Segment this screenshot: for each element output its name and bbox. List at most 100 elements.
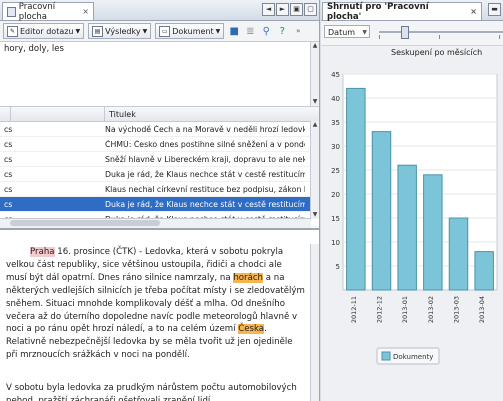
workspace-tabbar: Pracovní plocha × ◄ ► ▣ ▢ <box>0 0 319 22</box>
table-row[interactable]: cs ČHMÚ: Česko dnes postihne silné sněžen… <box>0 137 319 152</box>
row-source: cs <box>4 154 13 164</box>
bar <box>474 251 494 291</box>
tab-workspace[interactable]: Pracovní plocha × <box>2 1 94 22</box>
table-row[interactable]: cs Sněží hlavně v Libereckém kraji, dopra… <box>0 152 319 167</box>
save-icon[interactable]: ■ <box>228 25 240 37</box>
bar <box>448 217 469 291</box>
row-source: cs <box>4 124 13 134</box>
group-by-value: Datum <box>328 28 356 37</box>
row-title: ČHMÚ: Česko dnes postihne silné sněžení … <box>105 139 305 149</box>
scroll-up-icon[interactable]: ▲ <box>311 42 319 50</box>
bar <box>346 87 366 291</box>
query-editor-icon: ✎ <box>7 25 18 37</box>
row-title: Duka je rád, že Klaus nechce stát v cest… <box>105 169 305 179</box>
results-table-header: Titulek <box>0 107 319 122</box>
tab-controls: ▬ <box>488 3 501 16</box>
group-by-select[interactable]: Datum ▼ <box>324 25 370 38</box>
summary-tabbar: Shrnutí pro 'Pracovní plocha' × ▬ <box>321 0 503 22</box>
table-row[interactable]: cs Duka je rád, že Klaus nechce stát v ce… <box>0 167 319 182</box>
tab-summary[interactable]: Shrnutí pro 'Pracovní plocha' × <box>322 2 482 22</box>
x-tick-label: 2013-01 <box>401 296 409 323</box>
slider-tick <box>439 35 440 39</box>
slider-tick <box>499 35 500 39</box>
highlight-term: horách <box>233 272 264 283</box>
x-tick-label: 2013-04 <box>478 296 486 323</box>
legend-label: Dokumenty <box>393 353 433 361</box>
slider-knob[interactable] <box>401 26 409 39</box>
column-header-1[interactable] <box>11 107 105 121</box>
query-editor[interactable]: hory, doly, les ▲ ▼ <box>0 42 319 107</box>
results-button[interactable]: ▤ Výsledky ▼ <box>88 23 152 39</box>
granularity-slider[interactable] <box>379 26 503 39</box>
query-text[interactable]: hory, doly, les <box>4 44 315 54</box>
bar <box>423 174 443 291</box>
results-table: Titulek cs Na východě Čech a na Moravě v … <box>0 107 319 230</box>
y-tick-label: 5 <box>336 263 340 271</box>
minimize-icon[interactable]: ▬ <box>488 3 501 16</box>
y-tick-label: 45 <box>331 71 340 79</box>
row-source: cs <box>4 169 13 179</box>
summary-toolbar: Datum ▼ <box>321 21 503 46</box>
maximize-icon[interactable]: ▣ <box>290 3 303 16</box>
help-icon[interactable]: ? <box>276 25 288 37</box>
workspace-pane: Pracovní plocha × ◄ ► ▣ ▢ ✎ Editor dotaz… <box>0 0 320 401</box>
summary-pane: Shrnutí pro 'Pracovní plocha' × ▬ Datum … <box>321 0 503 401</box>
chevron-down-icon: ▼ <box>215 27 221 35</box>
list-icon[interactable]: ≣ <box>244 25 256 37</box>
document-paragraph-1: Praha 16. prosince (ČTK) - Ledovka, kter… <box>6 246 305 362</box>
query-editor-button[interactable]: ✎ Editor dotazu ▼ <box>3 23 85 39</box>
highlight-term: Praha <box>30 247 55 257</box>
row-title: Duka je rád, že Klaus nechce stát v cest… <box>105 199 305 209</box>
bar-chart: 5 10 15 20 25 30 35 40 45 2012-11 2012-12 2013-01 20… <box>331 71 498 365</box>
scroll-up-icon[interactable]: ▲ <box>311 121 319 129</box>
column-header-0[interactable] <box>0 107 11 121</box>
document-icon: ▭ <box>159 25 171 37</box>
bar <box>397 164 417 291</box>
scroll-down-icon[interactable]: ▼ <box>311 211 319 219</box>
legend-swatch <box>381 351 391 361</box>
tab-close-icon[interactable]: × <box>82 7 89 16</box>
column-header-title[interactable]: Titulek <box>105 110 136 119</box>
y-tick-label: 25 <box>331 167 340 175</box>
row-source: cs <box>4 199 13 209</box>
y-tick-label: 15 <box>331 215 340 223</box>
results-rows: cs Na východě Čech a na Moravě v neděli h… <box>0 122 319 227</box>
y-tick-label: 40 <box>331 95 340 103</box>
more-icon[interactable]: » <box>292 25 304 37</box>
results-icon: ▤ <box>92 25 104 37</box>
row-title: Na východě Čech a na Moravě v neděli hro… <box>105 124 305 134</box>
scroll-down-icon[interactable]: ▼ <box>311 98 319 106</box>
row-source: cs <box>4 139 13 149</box>
restore-icon[interactable]: ▢ <box>304 3 317 16</box>
search-icon[interactable]: ⚲ <box>260 25 272 37</box>
y-tick-label: 30 <box>331 143 340 151</box>
table-row[interactable]: cs Klaus nechal církevní restituce bez po… <box>0 182 319 197</box>
slider-tick <box>379 35 380 39</box>
workspace-toolbar: ✎ Editor dotazu ▼ ▤ Výsledky ▼ ▭ Dokumen… <box>0 21 319 42</box>
row-source: cs <box>4 184 13 194</box>
x-tick-label: 2012-11 <box>350 296 358 323</box>
scroll-tabs-right-icon[interactable]: ► <box>276 3 289 16</box>
document-view[interactable]: Praha 16. prosince (ČTK) - Ledovka, kter… <box>0 244 311 401</box>
scroll-thumb[interactable] <box>10 220 160 226</box>
query-scrollbar[interactable]: ▲ ▼ <box>310 42 319 106</box>
document-paragraph-2: V sobotu byla ledovka za prudkým nárůste… <box>6 383 297 401</box>
plot-area <box>342 73 498 291</box>
bar <box>371 131 392 291</box>
document-label: Dokument <box>172 26 214 36</box>
tab-close-icon[interactable]: × <box>470 7 477 16</box>
results-vscrollbar[interactable]: ▲ ▼ <box>310 121 319 219</box>
chevron-down-icon: ▼ <box>362 29 367 36</box>
tab-controls: ◄ ► ▣ ▢ <box>262 3 317 16</box>
table-row[interactable]: cs Duka je rád, že Klaus nechce stát v ce… <box>0 197 319 212</box>
highlight-term: Česka <box>238 324 265 335</box>
document-button[interactable]: ▭ Dokument ▼ <box>155 23 225 39</box>
results-label: Výsledky <box>105 26 141 36</box>
document-scrollbar[interactable] <box>310 244 319 401</box>
table-row[interactable]: cs Na východě Čech a na Moravě v neděli h… <box>0 122 319 137</box>
scroll-tabs-left-icon[interactable]: ◄ <box>262 3 275 16</box>
results-hscrollbar[interactable] <box>0 218 311 228</box>
workspace-icon <box>7 6 16 17</box>
row-title: Klaus nechal církevní restituce bez podp… <box>105 184 305 194</box>
tab-workspace-label: Pracovní plocha <box>18 1 56 22</box>
